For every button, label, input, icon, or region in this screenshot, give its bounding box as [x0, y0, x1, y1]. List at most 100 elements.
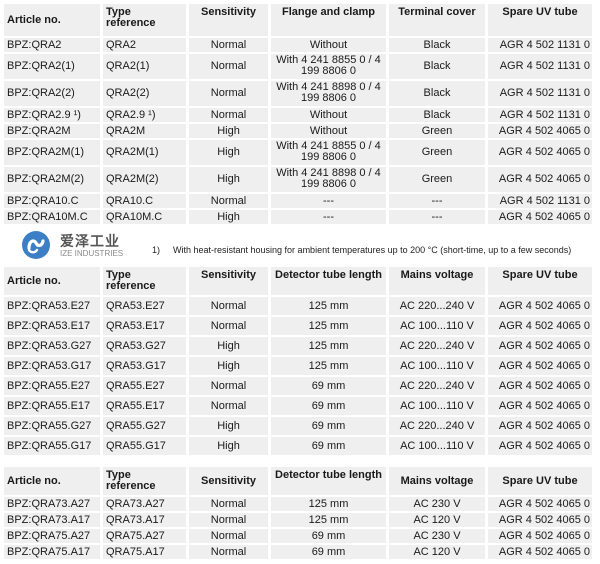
cell-mains-voltage: AC 120 V: [389, 545, 485, 559]
cell-article-no: BPZ:QRA73.A17: [4, 513, 100, 527]
header-sensitivity: Sensitivity: [189, 267, 268, 295]
ize-logo-icon: [22, 231, 50, 259]
cell-flange-clamp: With 4 241 8855 0 / 4 199 8806 0: [271, 140, 386, 165]
header-article-no: Article no.: [4, 4, 100, 36]
cell-sensitivity: Normal: [189, 397, 268, 415]
table-header-row: Article no. Type reference Sensitivity D…: [4, 467, 592, 495]
cell-sensitivity: Normal: [189, 529, 268, 543]
cell-sensitivity: High: [189, 140, 268, 165]
cell-type-reference: QRA53.E17: [103, 317, 186, 335]
cell-type-reference: QRA2.9 ¹): [103, 108, 186, 122]
header-flange-clamp: Flange and clamp: [271, 4, 386, 36]
cell-type-reference: QRA53.E27: [103, 297, 186, 315]
cell-article-no: BPZ:QRA2M(1): [4, 140, 100, 165]
header-type-reference: Type reference: [103, 4, 186, 36]
cell-flange-clamp: With 4 241 8898 0 / 4 199 8806 0: [271, 167, 386, 192]
header-terminal-cover: Terminal cover: [389, 4, 485, 36]
table-row: BPZ:QRA2 QRA2 Normal Without Black AGR 4 502 …: [4, 38, 592, 52]
cell-type-reference: QRA2(2): [103, 81, 186, 106]
cell-spare-uv-tube: AGR 4 502 4065 0: [488, 167, 592, 192]
cell-mains-voltage: AC 100...110 V: [389, 357, 485, 375]
cell-detector-tube-length: 125 mm: [271, 297, 386, 315]
table-row: BPZ:QRA73.A27 QRA73.A27 Normal 125 mm AC 230…: [4, 497, 592, 511]
cell-mains-voltage: AC 220...240 V: [389, 417, 485, 435]
cell-terminal-cover: Black: [389, 38, 485, 52]
cell-sensitivity: Normal: [189, 38, 268, 52]
table-row: BPZ:QRA55.E17 QRA55.E17 Normal 69 mm AC 100.…: [4, 397, 592, 415]
cell-spare-uv-tube: AGR 4 502 1131 0: [488, 38, 592, 52]
cell-spare-uv-tube: AGR 4 502 4065 0: [488, 124, 592, 138]
cell-type-reference: QRA75.A27: [103, 529, 186, 543]
cell-flange-clamp: Without: [271, 124, 386, 138]
table-row: BPZ:QRA75.A27 QRA75.A27 Normal 69 mm AC 230 …: [4, 529, 592, 543]
cell-article-no: BPZ:QRA55.G17: [4, 437, 100, 455]
table-row: BPZ:QRA53.G27 QRA53.G27 High 125 mm AC 220..…: [4, 337, 592, 355]
header-article-no: Article no.: [4, 467, 100, 495]
cell-article-no: BPZ:QRA55.E27: [4, 377, 100, 395]
header-spare-uv-tube: Spare UV tube: [488, 267, 592, 295]
cell-article-no: BPZ:QRA55.G27: [4, 417, 100, 435]
spec-table-qra2: Article no. Type reference Sensitivity F…: [1, 2, 595, 226]
cell-sensitivity: Normal: [189, 54, 268, 79]
cell-article-no: BPZ:QRA73.A27: [4, 497, 100, 511]
cell-sensitivity: High: [189, 124, 268, 138]
cell-terminal-cover: Black: [389, 54, 485, 79]
cell-terminal-cover: Green: [389, 140, 485, 165]
table-row: BPZ:QRA75.A17 QRA75.A17 Normal 69 mm AC 120 …: [4, 545, 592, 559]
cell-sensitivity: High: [189, 417, 268, 435]
cell-mains-voltage: AC 230 V: [389, 529, 485, 543]
cell-terminal-cover: Green: [389, 167, 485, 192]
cell-spare-uv-tube: AGR 4 502 4065 0: [488, 297, 592, 315]
cell-detector-tube-length: 69 mm: [271, 397, 386, 415]
spec-table-qra7x: Article no. Type reference Sensitivity D…: [1, 465, 595, 561]
cell-spare-uv-tube: AGR 4 502 4065 0: [488, 529, 592, 543]
header-sensitivity: Sensitivity: [189, 4, 268, 36]
cell-type-reference: QRA73.A27: [103, 497, 186, 511]
header-spare-uv-tube: Spare UV tube: [488, 467, 592, 495]
table-row: BPZ:QRA2(1) QRA2(1) Normal With 4 241 8855 …: [4, 54, 592, 79]
cell-detector-tube-length: 69 mm: [271, 377, 386, 395]
header-type-reference: Type reference: [103, 467, 186, 495]
header-mains-voltage: Mains voltage: [389, 467, 485, 495]
cell-sensitivity: High: [189, 210, 268, 224]
cell-spare-uv-tube: AGR 4 502 1131 0: [488, 194, 592, 208]
cell-mains-voltage: AC 100...110 V: [389, 437, 485, 455]
cell-detector-tube-length: 69 mm: [271, 529, 386, 543]
cell-spare-uv-tube: AGR 4 502 4065 0: [488, 437, 592, 455]
table-row: BPZ:QRA2M(2) QRA2M(2) High With 4 241 8898 …: [4, 167, 592, 192]
cell-spare-uv-tube: AGR 4 502 4065 0: [488, 397, 592, 415]
cell-sensitivity: Normal: [189, 297, 268, 315]
cell-detector-tube-length: 125 mm: [271, 513, 386, 527]
cell-detector-tube-length: 125 mm: [271, 357, 386, 375]
table-header-row: Article no. Type reference Sensitivity F…: [4, 4, 592, 36]
cell-article-no: BPZ:QRA2(1): [4, 54, 100, 79]
cell-mains-voltage: AC 120 V: [389, 513, 485, 527]
cell-sensitivity: High: [189, 337, 268, 355]
cell-spare-uv-tube: AGR 4 502 1131 0: [488, 81, 592, 106]
cell-type-reference: QRA2M(1): [103, 140, 186, 165]
cell-spare-uv-tube: AGR 4 502 1131 0: [488, 54, 592, 79]
cell-type-reference: QRA55.G27: [103, 417, 186, 435]
cell-article-no: BPZ:QRA10.C: [4, 194, 100, 208]
table-row: BPZ:QRA53.E17 QRA53.E17 Normal 125 mm AC 100…: [4, 317, 592, 335]
logo-chinese-name: 爱泽工业: [60, 234, 120, 250]
footnote-text: With heat-resistant housing for ambient …: [173, 245, 572, 255]
cell-mains-voltage: AC 220...240 V: [389, 377, 485, 395]
cell-detector-tube-length: 69 mm: [271, 545, 386, 559]
cell-spare-uv-tube: AGR 4 502 4065 0: [488, 513, 592, 527]
cell-sensitivity: Normal: [189, 108, 268, 122]
cell-sensitivity: Normal: [189, 513, 268, 527]
cell-mains-voltage: AC 100...110 V: [389, 397, 485, 415]
cell-sensitivity: Normal: [189, 81, 268, 106]
header-mains-voltage: Mains voltage: [389, 267, 485, 295]
table-row: BPZ:QRA10.C QRA10.C Normal --- --- AGR 4 502 …: [4, 194, 592, 208]
cell-spare-uv-tube: AGR 4 502 4065 0: [488, 417, 592, 435]
table-row: BPZ:QRA55.E27 QRA55.E27 Normal 69 mm AC 220.…: [4, 377, 592, 395]
cell-article-no: BPZ:QRA2M(2): [4, 167, 100, 192]
footnote-marker: 1): [152, 245, 161, 255]
cell-spare-uv-tube: AGR 4 502 4065 0: [488, 357, 592, 375]
cell-sensitivity: Normal: [189, 545, 268, 559]
cell-type-reference: QRA55.G17: [103, 437, 186, 455]
header-detector-tube-length: Detector tube length: [271, 267, 386, 295]
spec-table-qra5x: Article no. Type reference Sensitivity D…: [1, 265, 595, 457]
